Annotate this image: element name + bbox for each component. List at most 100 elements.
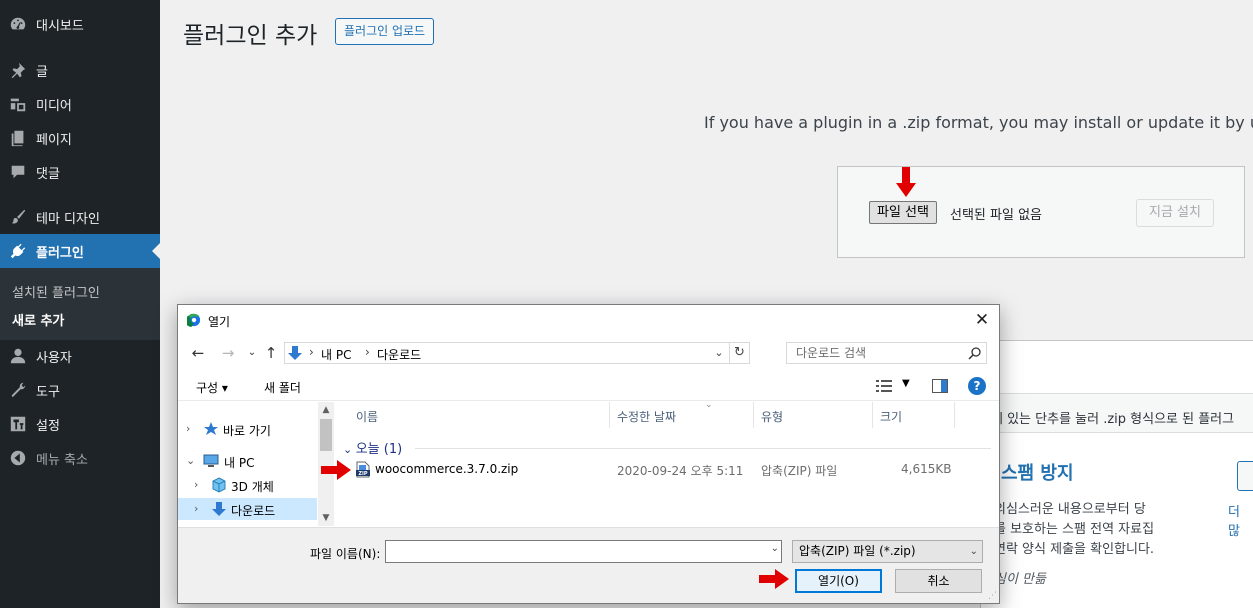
page-icon bbox=[0, 129, 36, 147]
browser-app-icon bbox=[187, 313, 201, 327]
file-size: 4,615KB bbox=[901, 462, 952, 476]
scroll-thumb[interactable] bbox=[320, 419, 332, 451]
menu-item-plugins[interactable]: 플러그인 bbox=[0, 234, 160, 268]
up-arrow-icon[interactable]: ↑ bbox=[261, 343, 281, 363]
file-name: woocommerce.3.7.0.zip bbox=[375, 462, 519, 476]
brush-icon bbox=[0, 208, 36, 226]
menu-item-posts[interactable]: 글 bbox=[0, 53, 160, 87]
dashboard-icon bbox=[0, 15, 36, 33]
wrench-icon bbox=[0, 381, 36, 399]
help-icon[interactable]: ? bbox=[968, 377, 986, 395]
scroll-down-icon[interactable]: ▼ bbox=[318, 510, 334, 526]
upload-form: 파일 선택 선택된 파일 없음 지금 설치 bbox=[837, 166, 1245, 258]
filename-input[interactable] bbox=[386, 541, 762, 562]
install-now-button[interactable]: 지금 설치 bbox=[1136, 199, 1214, 227]
menu-item-appearance[interactable]: 테마 디자인 bbox=[0, 200, 160, 234]
tree-label: 바로 가기 bbox=[223, 424, 271, 438]
more-details-link[interactable]: 더 많 bbox=[1228, 501, 1253, 539]
forward-arrow-icon[interactable]: → bbox=[218, 343, 238, 363]
tree-expand-chevron-icon[interactable]: › bbox=[194, 502, 198, 515]
refresh-icon[interactable]: ↻ bbox=[729, 343, 749, 363]
menu-item-tools[interactable]: 도구 bbox=[0, 373, 160, 407]
menu-label: 플러그인 bbox=[36, 245, 84, 261]
menu-label: 대시보드 bbox=[36, 18, 84, 34]
dialog-titlebar[interactable]: 열기 ✕ bbox=[178, 305, 999, 335]
scroll-up-icon[interactable]: ▲ bbox=[318, 402, 334, 418]
plugin-card-install-button[interactable] bbox=[1237, 461, 1253, 491]
preview-pane-icon[interactable] bbox=[932, 379, 948, 393]
new-folder-button[interactable]: 새 폴더 bbox=[264, 379, 301, 396]
view-options-icon[interactable] bbox=[876, 380, 892, 392]
tree-label: 3D 개체 bbox=[231, 480, 274, 494]
menu-collapse[interactable]: 메뉴 축소 bbox=[0, 441, 160, 475]
column-divider[interactable] bbox=[872, 402, 873, 428]
file-type: 압축(ZIP) 파일 bbox=[761, 464, 838, 478]
tree-item-downloads[interactable]: › 다운로드 bbox=[178, 498, 317, 520]
search-icon[interactable] bbox=[968, 346, 982, 360]
filename-field: ⌄ bbox=[385, 540, 782, 563]
download-icon bbox=[212, 502, 226, 516]
column-header-type[interactable]: 유형 bbox=[761, 408, 783, 425]
column-divider[interactable] bbox=[609, 402, 610, 428]
resize-grip-icon[interactable]: ⋰ bbox=[988, 591, 997, 601]
tree-collapse-chevron-icon[interactable]: ⌄ bbox=[186, 454, 195, 467]
submenu-installed-plugins[interactable]: 설치된 플러그인 bbox=[12, 282, 100, 301]
red-arrow-right-icon bbox=[321, 460, 351, 480]
tree-expand-chevron-icon[interactable]: › bbox=[194, 478, 198, 491]
tree-item-3d-objects[interactable]: › 3D 개체 bbox=[178, 474, 317, 496]
organize-menu[interactable]: 구성 ▾ bbox=[196, 379, 228, 396]
view-dropdown-icon[interactable]: ▼ bbox=[902, 378, 910, 389]
filetype-dropdown-icon: ⌄ bbox=[969, 546, 978, 557]
file-row[interactable]: ZIP woocommerce.3.7.0.zip 2020-09-24 오후 … bbox=[351, 458, 991, 480]
open-button[interactable]: 열기(O) bbox=[795, 569, 882, 593]
menu-label: 메뉴 축소 bbox=[36, 452, 88, 468]
breadcrumb-separator-icon: › bbox=[309, 345, 314, 359]
group-chevron-icon: ⌄ bbox=[343, 443, 356, 456]
back-arrow-icon[interactable]: ← bbox=[188, 343, 208, 363]
filetype-select[interactable]: 압축(ZIP) 파일 (*.zip) ⌄ bbox=[792, 540, 983, 563]
tree-item-this-pc[interactable]: ⌄ 내 PC bbox=[178, 450, 317, 472]
column-divider[interactable] bbox=[753, 402, 754, 428]
menu-item-dashboard[interactable]: 대시보드 bbox=[0, 7, 160, 41]
filename-dropdown-icon[interactable]: ⌄ bbox=[771, 543, 779, 554]
tree-label: 다운로드 bbox=[231, 504, 276, 518]
tree-expand-chevron-icon[interactable]: › bbox=[186, 422, 190, 435]
menu-item-pages[interactable]: 페이지 bbox=[0, 121, 160, 155]
menu-label: 사용자 bbox=[36, 350, 72, 366]
comment-icon bbox=[0, 163, 36, 181]
address-bar[interactable]: › 내 PC › 다운로드 ⌄ ↻ bbox=[284, 342, 750, 364]
plugin-card-desc: 를 보호하는 스팸 전역 자료집 bbox=[994, 522, 1155, 537]
column-header-size[interactable]: 크기 bbox=[880, 408, 902, 425]
menu-item-settings[interactable]: 설정 bbox=[0, 407, 160, 441]
plugin-card-title[interactable]: 스팸 방지 bbox=[1001, 459, 1074, 485]
cancel-button[interactable]: 취소 bbox=[895, 569, 982, 593]
address-dropdown-icon[interactable]: ⌄ bbox=[711, 344, 727, 362]
upload-plugin-button[interactable]: 플러그인 업로드 bbox=[335, 18, 435, 45]
choose-file-button[interactable]: 파일 선택 bbox=[869, 201, 937, 224]
cube-icon bbox=[212, 477, 226, 493]
column-header-date[interactable]: 수정한 날짜 bbox=[617, 408, 676, 425]
breadcrumb-this-pc[interactable]: 내 PC bbox=[321, 346, 351, 363]
column-divider[interactable] bbox=[954, 402, 955, 428]
user-icon bbox=[0, 347, 36, 365]
submenu-add-new[interactable]: 새로 추가 bbox=[12, 310, 64, 329]
open-file-dialog: 열기 ✕ ← → ⌄ ↑ › 내 PC › 다운로드 ⌄ ↻ 구성 ▾ 새 폴더… bbox=[177, 304, 1000, 604]
breadcrumb-downloads[interactable]: 다운로드 bbox=[377, 346, 421, 363]
recent-locations-chevron-icon[interactable]: ⌄ bbox=[242, 343, 262, 363]
menu-item-users[interactable]: 사용자 bbox=[0, 339, 160, 373]
file-list: 이름 ⌄ 수정한 날짜 유형 크기 ⌄ 오늘 (1) ZIP woocommer… bbox=[335, 400, 999, 526]
tree-item-quick-access[interactable]: › 바로 가기 bbox=[178, 418, 317, 440]
search-input[interactable] bbox=[787, 343, 965, 363]
menu-label: 페이지 bbox=[36, 132, 72, 148]
menu-item-media[interactable]: 미디어 bbox=[0, 87, 160, 121]
zip-file-icon: ZIP bbox=[356, 461, 370, 478]
red-arrow-right-icon bbox=[759, 569, 789, 589]
column-header-name[interactable]: 이름 bbox=[356, 408, 378, 425]
upload-help-text: If you have a plugin in a .zip format, y… bbox=[704, 113, 1253, 132]
close-icon[interactable]: ✕ bbox=[971, 309, 993, 331]
file-status-text: 선택된 파일 없음 bbox=[950, 208, 1042, 223]
menu-item-comments[interactable]: 댓글 bbox=[0, 155, 160, 189]
group-header-today[interactable]: ⌄ 오늘 (1) bbox=[343, 438, 402, 457]
sort-caret-icon: ⌄ bbox=[705, 400, 713, 410]
filename-label: 파일 이름(N): bbox=[310, 547, 381, 561]
